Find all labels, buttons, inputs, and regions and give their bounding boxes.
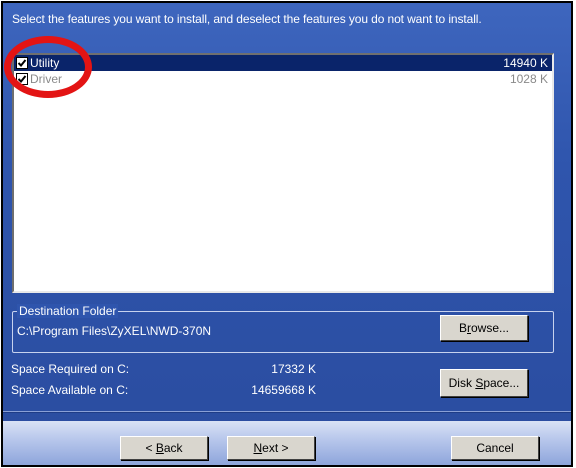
browse-label-rest: owse... [471,321,510,335]
disk-space-label-rest: pace... [483,376,520,390]
feature-label: Driver [30,72,62,86]
next-accel: N [253,441,263,455]
cancel-button[interactable]: Cancel [451,436,539,460]
back-button[interactable]: < Back [120,436,208,460]
feature-size: 1028 K [509,72,548,86]
next-label-rest: ext > [262,441,289,455]
destination-folder-legend: Destination Folder [17,304,119,318]
feature-row-driver[interactable]: Driver 1028 K [14,71,552,87]
checkmark-icon [17,75,27,83]
checkmark-icon [17,59,27,67]
feature-label: Utility [30,56,60,70]
feature-row-utility[interactable]: Utility 14940 K [14,55,552,71]
destination-path: C:\Program Files\ZyXEL\NWD-370N [17,324,212,338]
space-required-label: Space Required on C: [11,362,130,376]
disk-space-button[interactable]: Disk Space... [440,369,528,397]
utility-checkbox[interactable] [16,57,28,69]
back-label: < [145,441,156,455]
disk-space-label: Disk [448,376,476,390]
installer-dialog: Select the features you want to install,… [1,1,573,467]
space-available-value: 14659668 K [251,383,316,397]
instruction-text: Select the features you want to install,… [12,12,482,26]
back-accel: B [155,441,164,455]
driver-checkbox[interactable] [16,73,28,85]
feature-list[interactable]: Utility 14940 K Driver 1028 K [12,53,554,293]
next-button[interactable]: Next > [227,436,315,460]
space-available-label: Space Available on C: [11,383,129,397]
browse-button[interactable]: Browse... [440,315,528,341]
divider-shadow [3,412,571,413]
space-required-value: 17332 K [271,362,316,376]
back-label-rest: ack [163,441,183,455]
browse-label: B [458,321,467,335]
feature-size: 14940 K [503,56,548,70]
